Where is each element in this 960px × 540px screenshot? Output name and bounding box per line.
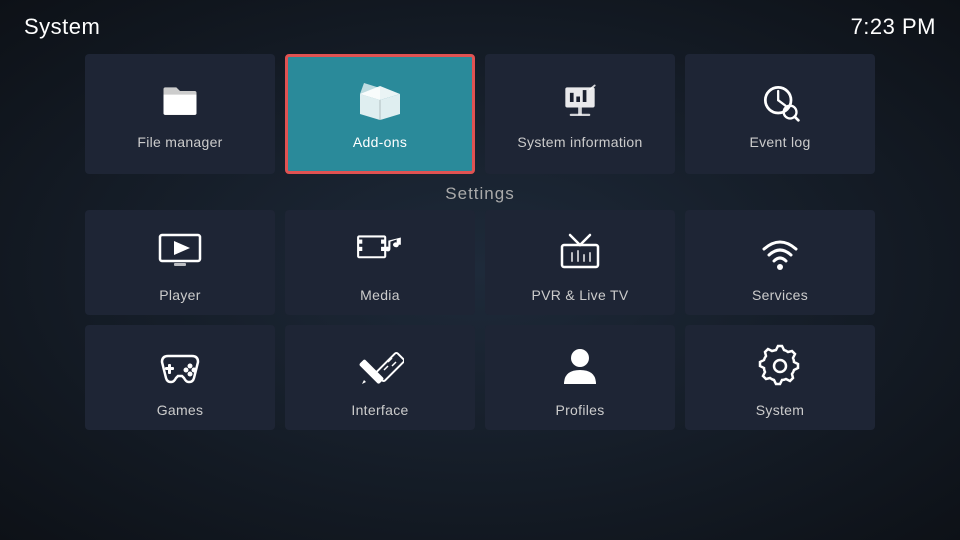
tile-games[interactable]: Games [85, 325, 275, 430]
person-icon [552, 338, 608, 394]
tile-pvr-live-tv-label: PVR & Live TV [531, 287, 628, 303]
settings-section-label: Settings [0, 178, 960, 210]
tile-player-label: Player [159, 287, 200, 303]
tile-services[interactable]: Services [685, 210, 875, 315]
tile-event-log-label: Event log [749, 134, 810, 150]
wifi-signal-icon [752, 223, 808, 279]
tile-file-manager-label: File manager [137, 134, 222, 150]
tile-add-ons[interactable]: Add-ons [285, 54, 475, 174]
clock-search-icon [756, 78, 804, 126]
settings-grid: Player Media [0, 210, 960, 430]
app-title: System [24, 14, 100, 40]
kodi-system-screen: System 7:23 PM File manager [0, 0, 960, 540]
tile-profiles[interactable]: Profiles [485, 325, 675, 430]
tile-player[interactable]: Player [85, 210, 275, 315]
tile-event-log[interactable]: Event log [685, 54, 875, 174]
settings-row-2: Games Interface [60, 325, 900, 430]
tile-system-label: System [756, 402, 804, 418]
tile-system-information[interactable]: System information [485, 54, 675, 174]
presentation-icon [556, 78, 604, 126]
tv-antenna-icon [552, 223, 608, 279]
top-row: File manager Add-ons [0, 48, 960, 178]
tile-media-label: Media [360, 287, 400, 303]
tile-file-manager[interactable]: File manager [85, 54, 275, 174]
folder-icon [156, 78, 204, 126]
tile-system-information-label: System information [517, 134, 642, 150]
tile-profiles-label: Profiles [555, 402, 604, 418]
tile-media[interactable]: Media [285, 210, 475, 315]
tile-interface-label: Interface [351, 402, 408, 418]
tile-add-ons-label: Add-ons [353, 134, 407, 150]
play-screen-icon [152, 223, 208, 279]
tile-pvr-live-tv[interactable]: PVR & Live TV [485, 210, 675, 315]
tile-system[interactable]: System [685, 325, 875, 430]
tile-interface[interactable]: Interface [285, 325, 475, 430]
tile-services-label: Services [752, 287, 808, 303]
box-icon [356, 78, 404, 126]
settings-row-1: Player Media [60, 210, 900, 315]
clock: 7:23 PM [851, 14, 936, 40]
gear-wrench-icon [752, 338, 808, 394]
header: System 7:23 PM [0, 0, 960, 48]
pencil-ruler-icon [352, 338, 408, 394]
film-music-icon [352, 223, 408, 279]
tile-games-label: Games [157, 402, 204, 418]
gamepad-icon [152, 338, 208, 394]
